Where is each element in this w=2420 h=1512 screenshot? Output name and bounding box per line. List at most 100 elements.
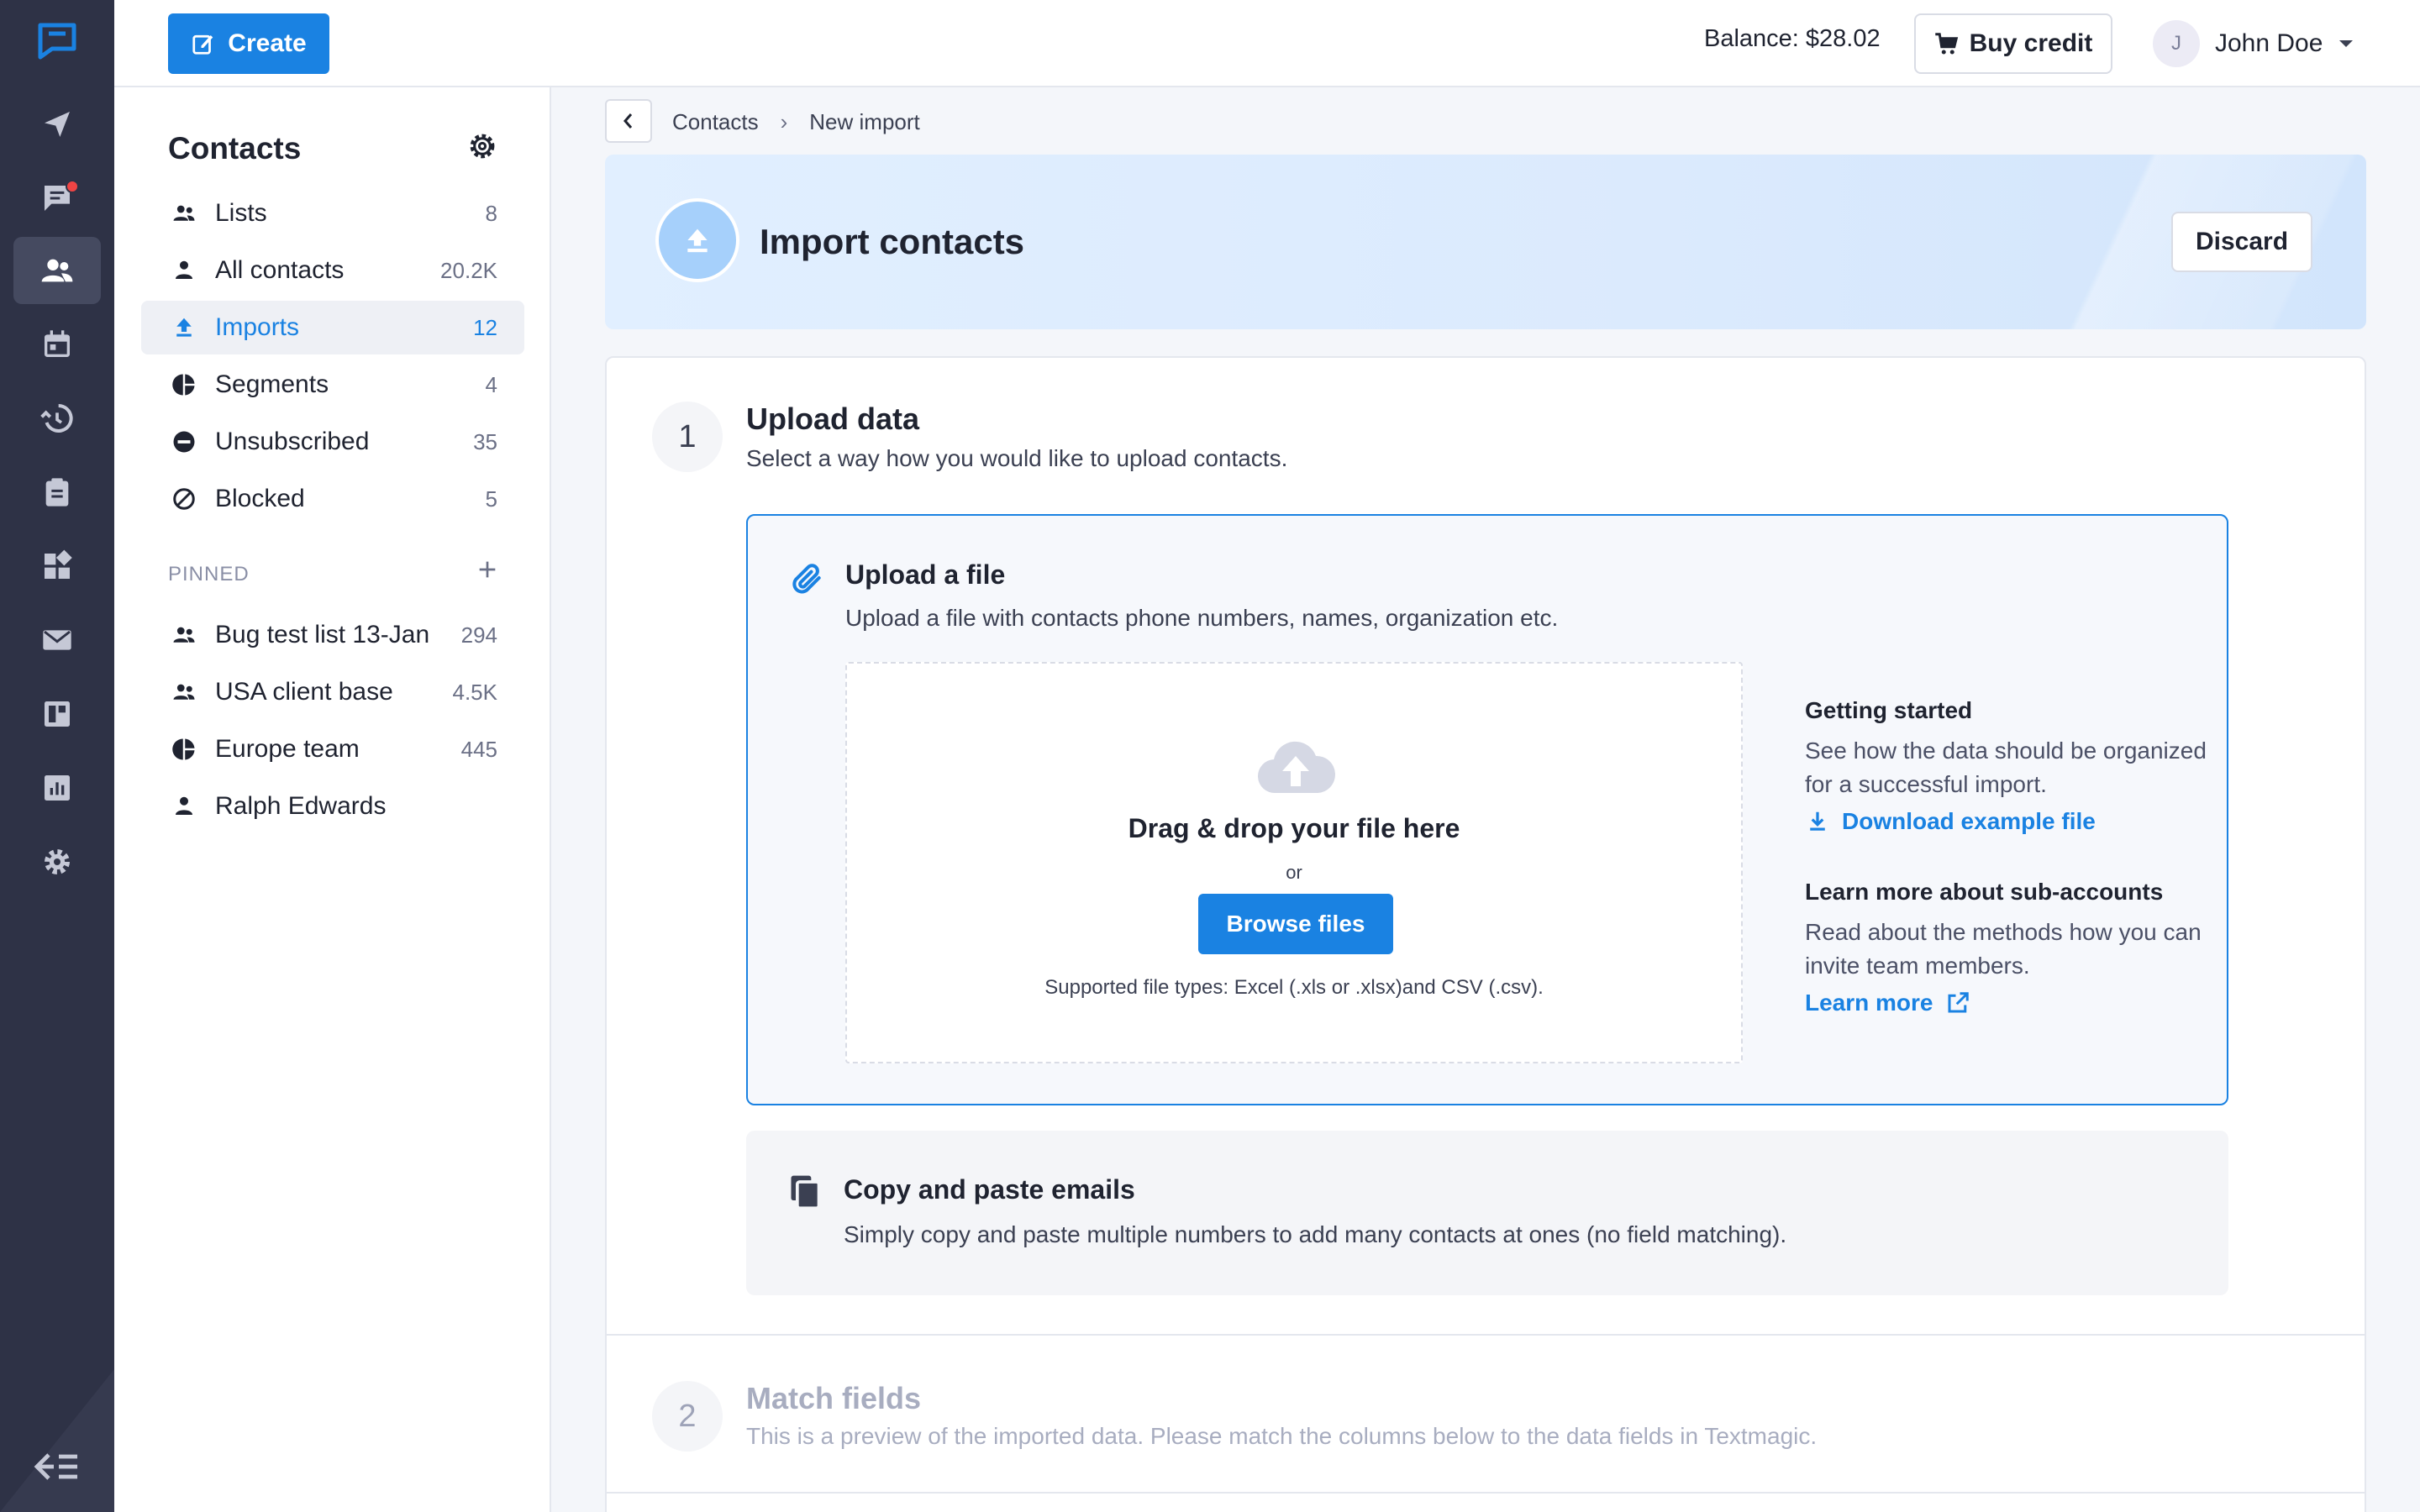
- copy-paste-option[interactable]: Copy and paste emails Simply copy and pa…: [746, 1131, 2228, 1295]
- send-icon: [45, 112, 70, 137]
- people-icon: [173, 205, 195, 221]
- edit-icon: [192, 34, 213, 55]
- download-example-label: Download example file: [1842, 808, 2096, 834]
- person-icon: [176, 796, 192, 815]
- rail-apps[interactable]: [13, 533, 101, 600]
- sidebar-item-label: Imports: [215, 313, 300, 341]
- cloud-upload-icon: [1257, 741, 1336, 794]
- learn-more-label: Learn more: [1805, 990, 1933, 1016]
- sidebar-item-imports[interactable]: Imports 12: [141, 301, 524, 354]
- sidebar-item-segments[interactable]: Segments 4: [141, 358, 524, 412]
- chevron-left-icon: [623, 113, 633, 129]
- back-button[interactable]: [605, 99, 652, 143]
- app-logo-icon[interactable]: [35, 22, 79, 60]
- sidebar-item-count: 20.2K: [440, 257, 497, 283]
- clipboard-icon: [45, 478, 69, 507]
- rail-contacts[interactable]: [13, 237, 101, 304]
- pinned-item[interactable]: USA client base 4.5K: [141, 665, 524, 719]
- download-icon: [1810, 811, 1825, 831]
- pinned-item-label: Bug test list 13-Jan: [215, 621, 430, 648]
- rail-calendar[interactable]: [13, 311, 101, 378]
- sidebar-item-count: 12: [473, 314, 497, 340]
- contacts-sidebar: Contacts Lists 8 All contacts 20.2K Impo…: [114, 87, 551, 1512]
- sidebar-item-count: 5: [485, 486, 497, 512]
- avatar: J: [2153, 20, 2200, 67]
- rail-board[interactable]: [13, 680, 101, 748]
- rail-tasks[interactable]: [13, 459, 101, 526]
- board-icon: [45, 701, 70, 727]
- upload-file-option[interactable]: Upload a file Upload a file with contact…: [746, 514, 2228, 1105]
- rail-history[interactable]: [13, 385, 101, 452]
- step-subtitle: This is a preview of the imported data. …: [746, 1423, 1818, 1449]
- settings-icon: [45, 849, 70, 874]
- option-title: Upload a file: [845, 559, 1006, 590]
- pinned-item[interactable]: Europe team 445: [141, 722, 524, 776]
- gear-icon[interactable]: [467, 131, 497, 161]
- pie-icon: [172, 738, 195, 760]
- file-dropzone[interactable]: Drag & drop your file here or Browse fil…: [845, 662, 1743, 1063]
- sidebar-item-count: 4: [485, 371, 497, 397]
- step-number: 1: [652, 402, 723, 472]
- analytics-icon: [45, 775, 70, 801]
- collapse-menu-icon[interactable]: [34, 1450, 81, 1483]
- user-menu[interactable]: J John Doe: [2153, 18, 2354, 69]
- history-icon: [40, 404, 73, 433]
- sidebar-item-count: 8: [485, 200, 497, 226]
- sidebar-item-lists[interactable]: Lists 8: [141, 186, 524, 240]
- upload-circle-icon: [655, 198, 739, 282]
- sidebar-item-unsubscribed[interactable]: Unsubscribed 35: [141, 415, 524, 469]
- caret-down-icon: [2339, 40, 2354, 47]
- user-name: John Doe: [2215, 29, 2323, 57]
- cart-icon: [1934, 33, 1958, 55]
- minus-circle-icon: [173, 431, 195, 453]
- step-divider: [607, 1334, 2365, 1336]
- rail-chat[interactable]: [13, 165, 101, 232]
- sidebar-item-all-contacts[interactable]: All contacts 20.2K: [141, 244, 524, 297]
- step-subtitle: Select a way how you would like to uploa…: [746, 445, 1288, 471]
- copy-icon: [791, 1175, 821, 1210]
- rail-settings[interactable]: [13, 828, 101, 895]
- plus-icon[interactable]: [474, 556, 501, 583]
- sidebar-item-label: Blocked: [215, 485, 305, 512]
- option-title: Copy and paste emails: [844, 1174, 1135, 1205]
- sidebar-item-count: 35: [473, 428, 497, 454]
- sidebar-item-blocked[interactable]: Blocked 5: [141, 472, 524, 526]
- create-button[interactable]: Create: [168, 13, 329, 74]
- step-divider: [607, 1492, 2365, 1494]
- pinned-item-label: Ralph Edwards: [215, 792, 387, 820]
- browse-files-button[interactable]: Browse files: [1198, 894, 1393, 954]
- download-example-link[interactable]: Download example file: [1805, 808, 2096, 835]
- notification-dot: [66, 180, 79, 193]
- option-description: Upload a file with contacts phone number…: [845, 605, 1559, 631]
- discard-button[interactable]: Discard: [2171, 212, 2312, 272]
- block-icon: [173, 488, 195, 510]
- import-steps-card: 1 Upload data Select a way how you would…: [605, 356, 2366, 1512]
- pie-icon: [172, 374, 195, 396]
- page-header-banner: Import contacts Discard: [605, 155, 2366, 329]
- breadcrumb-contacts[interactable]: Contacts: [672, 109, 759, 135]
- calendar-icon: [45, 330, 70, 357]
- pinned-item[interactable]: Ralph Edwards: [141, 780, 524, 833]
- rail-send[interactable]: [13, 91, 101, 158]
- rail-mail[interactable]: [13, 606, 101, 674]
- external-link-icon: [1948, 992, 1969, 1013]
- rail-analytics[interactable]: [13, 754, 101, 822]
- sidebar-title: Contacts: [168, 131, 302, 165]
- dropzone-or: or: [1286, 862, 1302, 883]
- sidebar-item-label: Segments: [215, 370, 329, 398]
- pinned-item-count: 4.5K: [452, 679, 498, 705]
- person-icon: [176, 260, 192, 279]
- learn-more-text: Read about the methods how you can invit…: [1805, 919, 2202, 979]
- pinned-item-count: 294: [460, 622, 497, 648]
- page-title: Import contacts: [760, 222, 1025, 261]
- upload-icon: [176, 318, 192, 337]
- sidebar-item-label: Unsubscribed: [215, 428, 370, 455]
- option-description: Simply copy and paste multiple numbers t…: [844, 1221, 1787, 1247]
- buy-credit-button[interactable]: Buy credit: [1914, 13, 2112, 74]
- learn-more-link[interactable]: Learn more: [1805, 990, 1970, 1016]
- breadcrumb-separator: ›: [780, 109, 788, 134]
- getting-started-text: See how the data should be organized for…: [1805, 738, 2207, 797]
- apps-icon: [45, 549, 72, 579]
- pinned-item[interactable]: Bug test list 13-Jan 294: [141, 608, 524, 662]
- app-rail: [0, 0, 114, 1512]
